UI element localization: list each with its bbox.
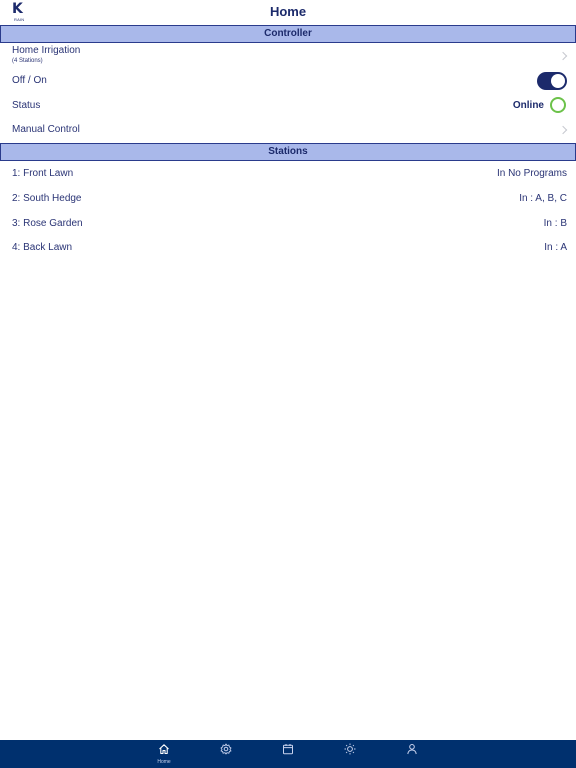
station-programs: In : B <box>543 218 567 229</box>
status-row: Status <box>0 94 576 118</box>
controller-name: Home Irrigation <box>12 45 81 56</box>
controller-stations-count: (4 Stations) <box>12 58 43 64</box>
station-programs: In : A <box>544 242 567 253</box>
toggle-knob <box>551 74 565 88</box>
tab-settings[interactable] <box>206 740 246 768</box>
calendar-icon <box>283 744 293 755</box>
station-name: 2: South Hedge <box>12 193 82 204</box>
controller-row[interactable]: Home Irrigation (4 Stations) <box>0 43 576 69</box>
station-row[interactable]: 1: Front Lawn In No Programs <box>0 162 576 186</box>
station-name: 3: Rose Garden <box>12 218 83 229</box>
tab-home-label: Home <box>157 759 171 765</box>
app-header: K RAIN Home <box>0 0 576 25</box>
home-icon <box>159 744 169 755</box>
online-indicator-icon <box>550 97 566 113</box>
stations-section-header: Stations <box>0 143 576 161</box>
manual-control-row[interactable]: Manual Control <box>0 118 576 142</box>
status-value: Online <box>512 100 544 111</box>
status-label: Status <box>12 100 41 111</box>
station-row[interactable]: 2: South Hedge In : A, B, C <box>0 187 576 211</box>
station-name: 1: Front Lawn <box>12 168 74 179</box>
chevron-right-icon <box>558 51 568 61</box>
page-title: Home <box>269 4 307 19</box>
tab-home[interactable]: Home <box>144 740 184 768</box>
tab-account[interactable] <box>392 740 432 768</box>
sun-icon <box>344 743 356 755</box>
station-programs: In No Programs <box>496 168 567 179</box>
chevron-right-icon <box>558 125 568 135</box>
tab-weather[interactable] <box>330 740 370 768</box>
tab-schedule[interactable] <box>268 740 308 768</box>
power-label: Off / On <box>12 75 47 86</box>
station-name: 4: Back Lawn <box>12 242 73 253</box>
manual-control-label: Manual Control <box>12 124 80 135</box>
station-row[interactable]: 3: Rose Garden In : B <box>0 212 576 236</box>
tab-bar: Home <box>0 740 576 768</box>
gear-icon <box>220 743 232 755</box>
station-programs: In : A, B, C <box>519 193 567 204</box>
person-icon <box>407 744 417 755</box>
power-row: Off / On <box>0 69 576 93</box>
controller-section-header: Controller <box>0 25 576 43</box>
power-toggle[interactable] <box>537 72 567 90</box>
station-row[interactable]: 4: Back Lawn In : A <box>0 236 576 260</box>
